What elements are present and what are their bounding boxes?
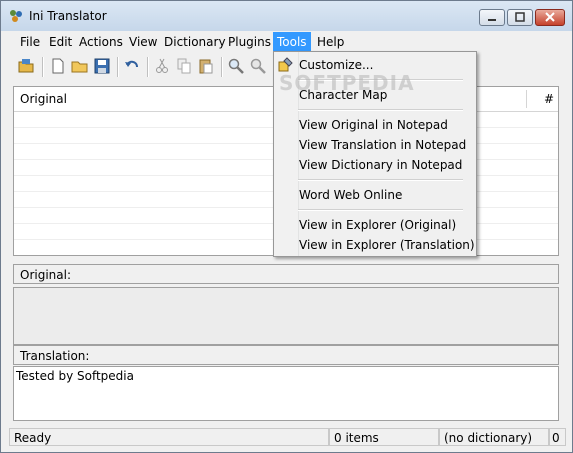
translation-text: Tested by Softpedia [16,369,134,383]
column-divider [526,90,527,108]
watermark: SOFTPEDIA [279,71,415,95]
maximize-button[interactable] [507,9,533,26]
menu-help[interactable]: Help [317,34,344,50]
toolbar-separator [221,57,223,77]
column-number[interactable]: # [544,92,554,106]
paste-icon[interactable] [197,57,215,75]
toolbar-separator [117,57,119,77]
app-window: Ini Translator File Edit Actions View Di… [0,0,573,453]
menu-separator [298,109,463,111]
copy-icon[interactable] [175,57,193,75]
menu-item-word-web-online[interactable]: Word Web Online [299,185,402,205]
menu-view[interactable]: View [129,34,157,50]
menu-dictionary[interactable]: Dictionary [164,34,226,50]
column-original[interactable]: Original [20,92,67,106]
menu-separator [298,179,463,181]
title-bar[interactable]: Ini Translator [1,1,572,31]
menu-tools[interactable]: Tools [273,32,311,52]
status-ready: Ready [9,428,329,446]
customize-icon [278,57,293,72]
new-file-icon[interactable] [49,57,67,75]
menu-plugins[interactable]: Plugins [228,34,271,50]
menu-actions[interactable]: Actions [79,34,123,50]
minimize-icon [488,19,496,21]
toolbar-separator [42,57,44,77]
menu-bar: File Edit Actions View Dictionary Plugin… [9,32,564,52]
app-icon [10,10,22,22]
status-dictionary: (no dictionary) [439,428,549,446]
original-text-pane[interactable] [13,287,559,345]
menu-item-explorer-translation[interactable]: View in Explorer (Translation) [299,235,475,255]
undo-icon[interactable] [123,57,141,75]
translation-text-pane[interactable]: Tested by Softpedia [13,366,559,421]
menu-separator [298,209,463,211]
window-title: Ini Translator [29,9,107,23]
menu-item-view-translation-notepad[interactable]: View Translation in Notepad [299,135,466,155]
open-project-icon[interactable] [17,57,35,75]
find-next-icon[interactable] [249,57,267,75]
translation-label-bar: Translation: [13,345,559,365]
original-label: Original: [20,268,71,282]
cut-icon[interactable] [153,57,171,75]
menu-edit[interactable]: Edit [49,34,72,50]
minimize-button[interactable] [479,9,505,26]
status-count: 0 [549,428,566,446]
save-icon[interactable] [93,57,111,75]
close-icon [545,12,555,22]
status-items: 0 items [329,428,439,446]
close-button[interactable] [535,9,565,26]
menu-file[interactable]: File [20,34,40,50]
menu-item-explorer-original[interactable]: View in Explorer (Original) [299,215,456,235]
maximize-icon [515,12,525,22]
find-icon[interactable] [227,57,245,75]
open-folder-icon[interactable] [71,57,89,75]
original-label-bar: Original: [13,264,559,284]
menu-item-view-original-notepad[interactable]: View Original in Notepad [299,115,448,135]
menu-item-view-dictionary-notepad[interactable]: View Dictionary in Notepad [299,155,462,175]
status-bar: Ready 0 items (no dictionary) 0 [9,427,566,447]
toolbar-separator [147,57,149,77]
translation-label: Translation: [20,349,90,363]
